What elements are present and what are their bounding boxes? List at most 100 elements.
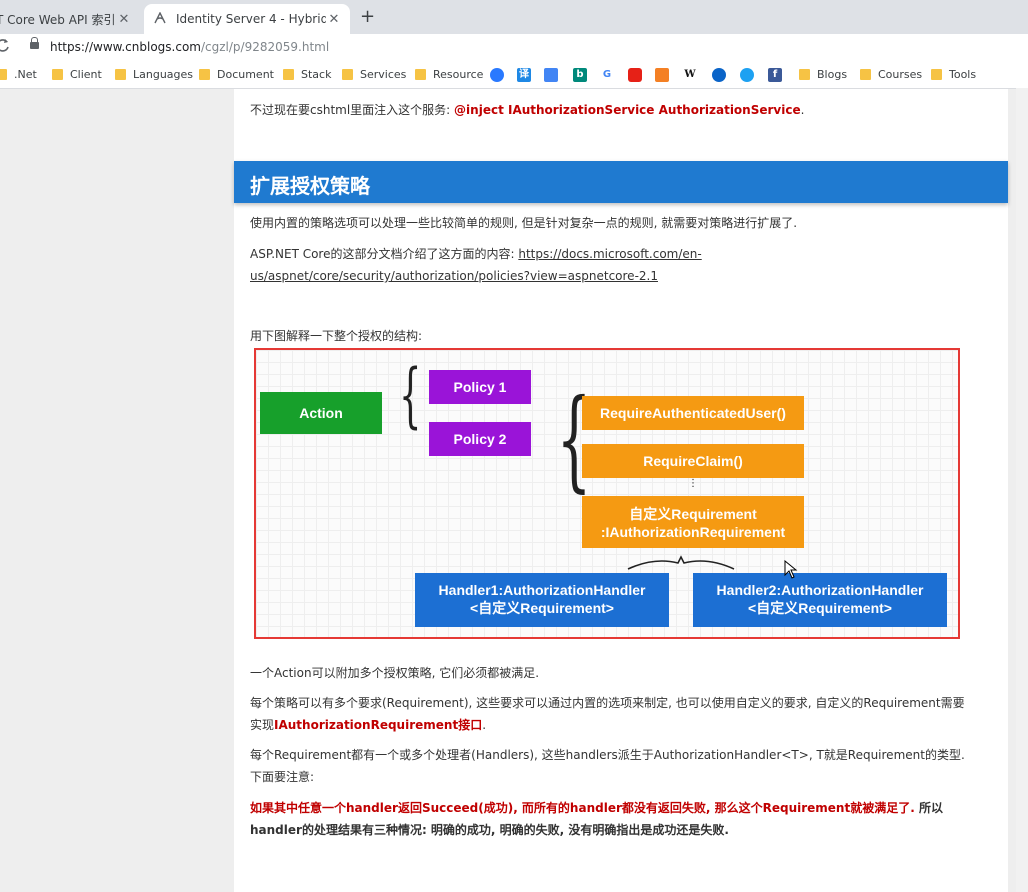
translate-icon[interactable] (544, 68, 558, 82)
folder-icon (115, 69, 126, 80)
folder-icon (931, 69, 942, 80)
tab-title: T Core Web API 索引 (更新 (0, 12, 116, 27)
docs-link-continued[interactable]: us/aspnet/core/security/authorization/po… (250, 265, 658, 287)
mouse-cursor-icon (784, 560, 798, 579)
bookmark-languages[interactable]: Languages (115, 68, 193, 81)
url-host: https://www.cnblogs.com (50, 40, 201, 54)
paragraph-diagram-intro: 用下图解释一下整个授权的结构: (250, 329, 423, 343)
twitter-icon[interactable] (740, 68, 754, 82)
handler2-box: Handler2:AuthorizationHandler <自定义Requir… (693, 573, 947, 627)
text: . (482, 718, 487, 732)
tab-bar: T Core Web API 索引 (更新 ✕ Identity Server … (0, 0, 1028, 34)
wikipedia-icon[interactable]: W (683, 68, 697, 82)
bookmark-label: Stack (301, 68, 332, 81)
box-line: Handler1:AuthorizationHandler (438, 582, 646, 598)
stackoverflow-icon[interactable] (655, 68, 669, 82)
action-box: Action (260, 392, 382, 434)
authorization-diagram: Action { Policy 1 Policy 2 { RequireAuth… (254, 348, 960, 639)
box-line: <自定义Requirement> (470, 600, 614, 616)
bookmark-stack[interactable]: Stack (283, 68, 331, 81)
interface-name: IAuthorizationRequirement接口 (274, 718, 483, 732)
fanyi-icon[interactable]: 译 (517, 68, 531, 82)
text: 实现 (250, 718, 275, 732)
bookmark-label: .Net (14, 68, 37, 81)
requirement-claim-box: RequireClaim() (582, 444, 804, 478)
url-path: /cgzl/p/9282059.html (200, 40, 330, 54)
address-bar[interactable]: https://www.cnblogs.com/cgzl/p/9282059.h… (50, 40, 329, 54)
text: 不过现在要cshtml里面注入这个服务: (250, 103, 455, 117)
bookmark-services[interactable]: Services (342, 68, 406, 81)
ellipsis: ⋮ (688, 478, 698, 489)
bookmark-label: Client (70, 68, 102, 81)
bookmark-label: Document (217, 68, 274, 81)
bing-icon[interactable]: b (573, 68, 587, 82)
policy1-box: Policy 1 (429, 370, 531, 404)
folder-icon (199, 69, 210, 80)
address-toolbar: https://www.cnblogs.com/cgzl/p/9282059.h… (0, 34, 1028, 62)
custom-requirement-box: 自定义Requirement :IAuthorizationRequiremen… (582, 496, 804, 548)
section-heading: 扩展授权策略 (234, 161, 1008, 203)
paragraph-handlers: 每个Requirement都有一个或多个处理者(Handlers), 这些han… (250, 748, 965, 762)
bookmarks-bar: .Net Client Languages Document Stack Ser… (0, 62, 1028, 89)
inject-code: @inject IAuthorizationService Authorizat… (454, 103, 801, 117)
brace-handlers (627, 555, 735, 570)
bookmark-label: Blogs (817, 68, 848, 81)
bookmark-client[interactable]: Client (52, 68, 102, 81)
site-favicon-icon (154, 10, 168, 27)
close-icon[interactable]: ✕ (116, 12, 132, 27)
folder-icon (415, 69, 426, 80)
folder-icon (52, 69, 63, 80)
baidu-icon[interactable] (490, 68, 504, 82)
bookmark-blogs[interactable]: Blogs (799, 68, 847, 81)
note-red: 如果其中任意一个handler返回Succeed(成功), 而所有的handle… (250, 801, 915, 815)
bookmark-label: Services (360, 68, 407, 81)
bookmark-resource[interactable]: Resource (415, 68, 483, 81)
paragraph-action: 一个Action可以附加多个授权策略, 它们必须都被满足. (250, 666, 540, 680)
tab-title: Identity Server 4 - Hybrid Flow - (176, 12, 326, 26)
bookmark-label: Courses (878, 68, 923, 81)
handler1-box: Handler1:AuthorizationHandler <自定义Requir… (415, 573, 669, 627)
paragraph-requirement: 每个策略可以有多个要求(Requirement), 这些要求可以通过内置的选项来… (250, 696, 965, 710)
google-icon[interactable]: G (600, 68, 614, 82)
text: . (800, 103, 805, 117)
tab-identity-server[interactable]: Identity Server 4 - Hybrid Flow - ✕ (144, 4, 350, 34)
close-icon[interactable]: ✕ (326, 12, 342, 27)
onedrive-icon[interactable] (712, 68, 726, 82)
docs-link[interactable]: us/aspnet/core/security/authorization/po… (250, 269, 658, 283)
policy2-box: Policy 2 (429, 422, 531, 456)
reload-icon[interactable] (0, 38, 10, 58)
box-line: <自定义Requirement> (748, 600, 892, 616)
folder-icon (799, 69, 810, 80)
scrollbar[interactable] (1016, 88, 1028, 892)
facebook-icon[interactable]: f (768, 68, 782, 82)
folder-icon (283, 69, 294, 80)
bookmark-document[interactable]: Document (199, 68, 274, 81)
requirement-authenticated-box: RequireAuthenticatedUser() (582, 396, 804, 430)
box-line: 自定义Requirement (629, 506, 757, 522)
bookmark-label: Tools (949, 68, 977, 81)
paragraph-requirement-2: 实现IAuthorizationRequirement接口. (250, 714, 486, 736)
text: ASP.NET Core的这部分文档介绍了这方面的内容: (250, 247, 519, 261)
text: 所以 (914, 801, 943, 815)
brace-policies: { (399, 354, 422, 436)
bookmark-label: Resource (433, 68, 484, 81)
docs-link[interactable]: https://docs.microsoft.com/en- (518, 247, 701, 261)
bookmark-tools[interactable]: Tools (931, 68, 976, 81)
paragraph-note: 如果其中任意一个handler返回Succeed(成功), 而所有的handle… (250, 797, 943, 819)
tab-core-web-api[interactable]: T Core Web API 索引 (更新 ✕ (0, 4, 140, 34)
bookmark-courses[interactable]: Courses (860, 68, 922, 81)
lock-icon[interactable] (30, 37, 39, 49)
bookmark-label: Languages (133, 68, 194, 81)
paragraph-note-2: handler的处理结果有三种情况: 明确的成功, 明确的失败, 没有明确指出是… (250, 823, 729, 837)
folder-icon (0, 69, 7, 80)
paragraph-docs: ASP.NET Core的这部分文档介绍了这方面的内容: https://doc… (250, 243, 702, 265)
box-line: Handler2:AuthorizationHandler (716, 582, 924, 598)
youtube-icon[interactable] (628, 68, 642, 82)
paragraph-builtin: 使用内置的策略选项可以处理一些比较简单的规则, 但是针对复杂一点的规则, 就需要… (250, 216, 798, 230)
bookmark-net[interactable]: .Net (0, 68, 37, 81)
heading-text: 扩展授权策略 (250, 174, 370, 198)
paragraph-handlers-2: 下面要注意: (250, 770, 315, 784)
folder-icon (342, 69, 353, 80)
new-tab-button[interactable]: + (360, 6, 375, 27)
folder-icon (860, 69, 871, 80)
